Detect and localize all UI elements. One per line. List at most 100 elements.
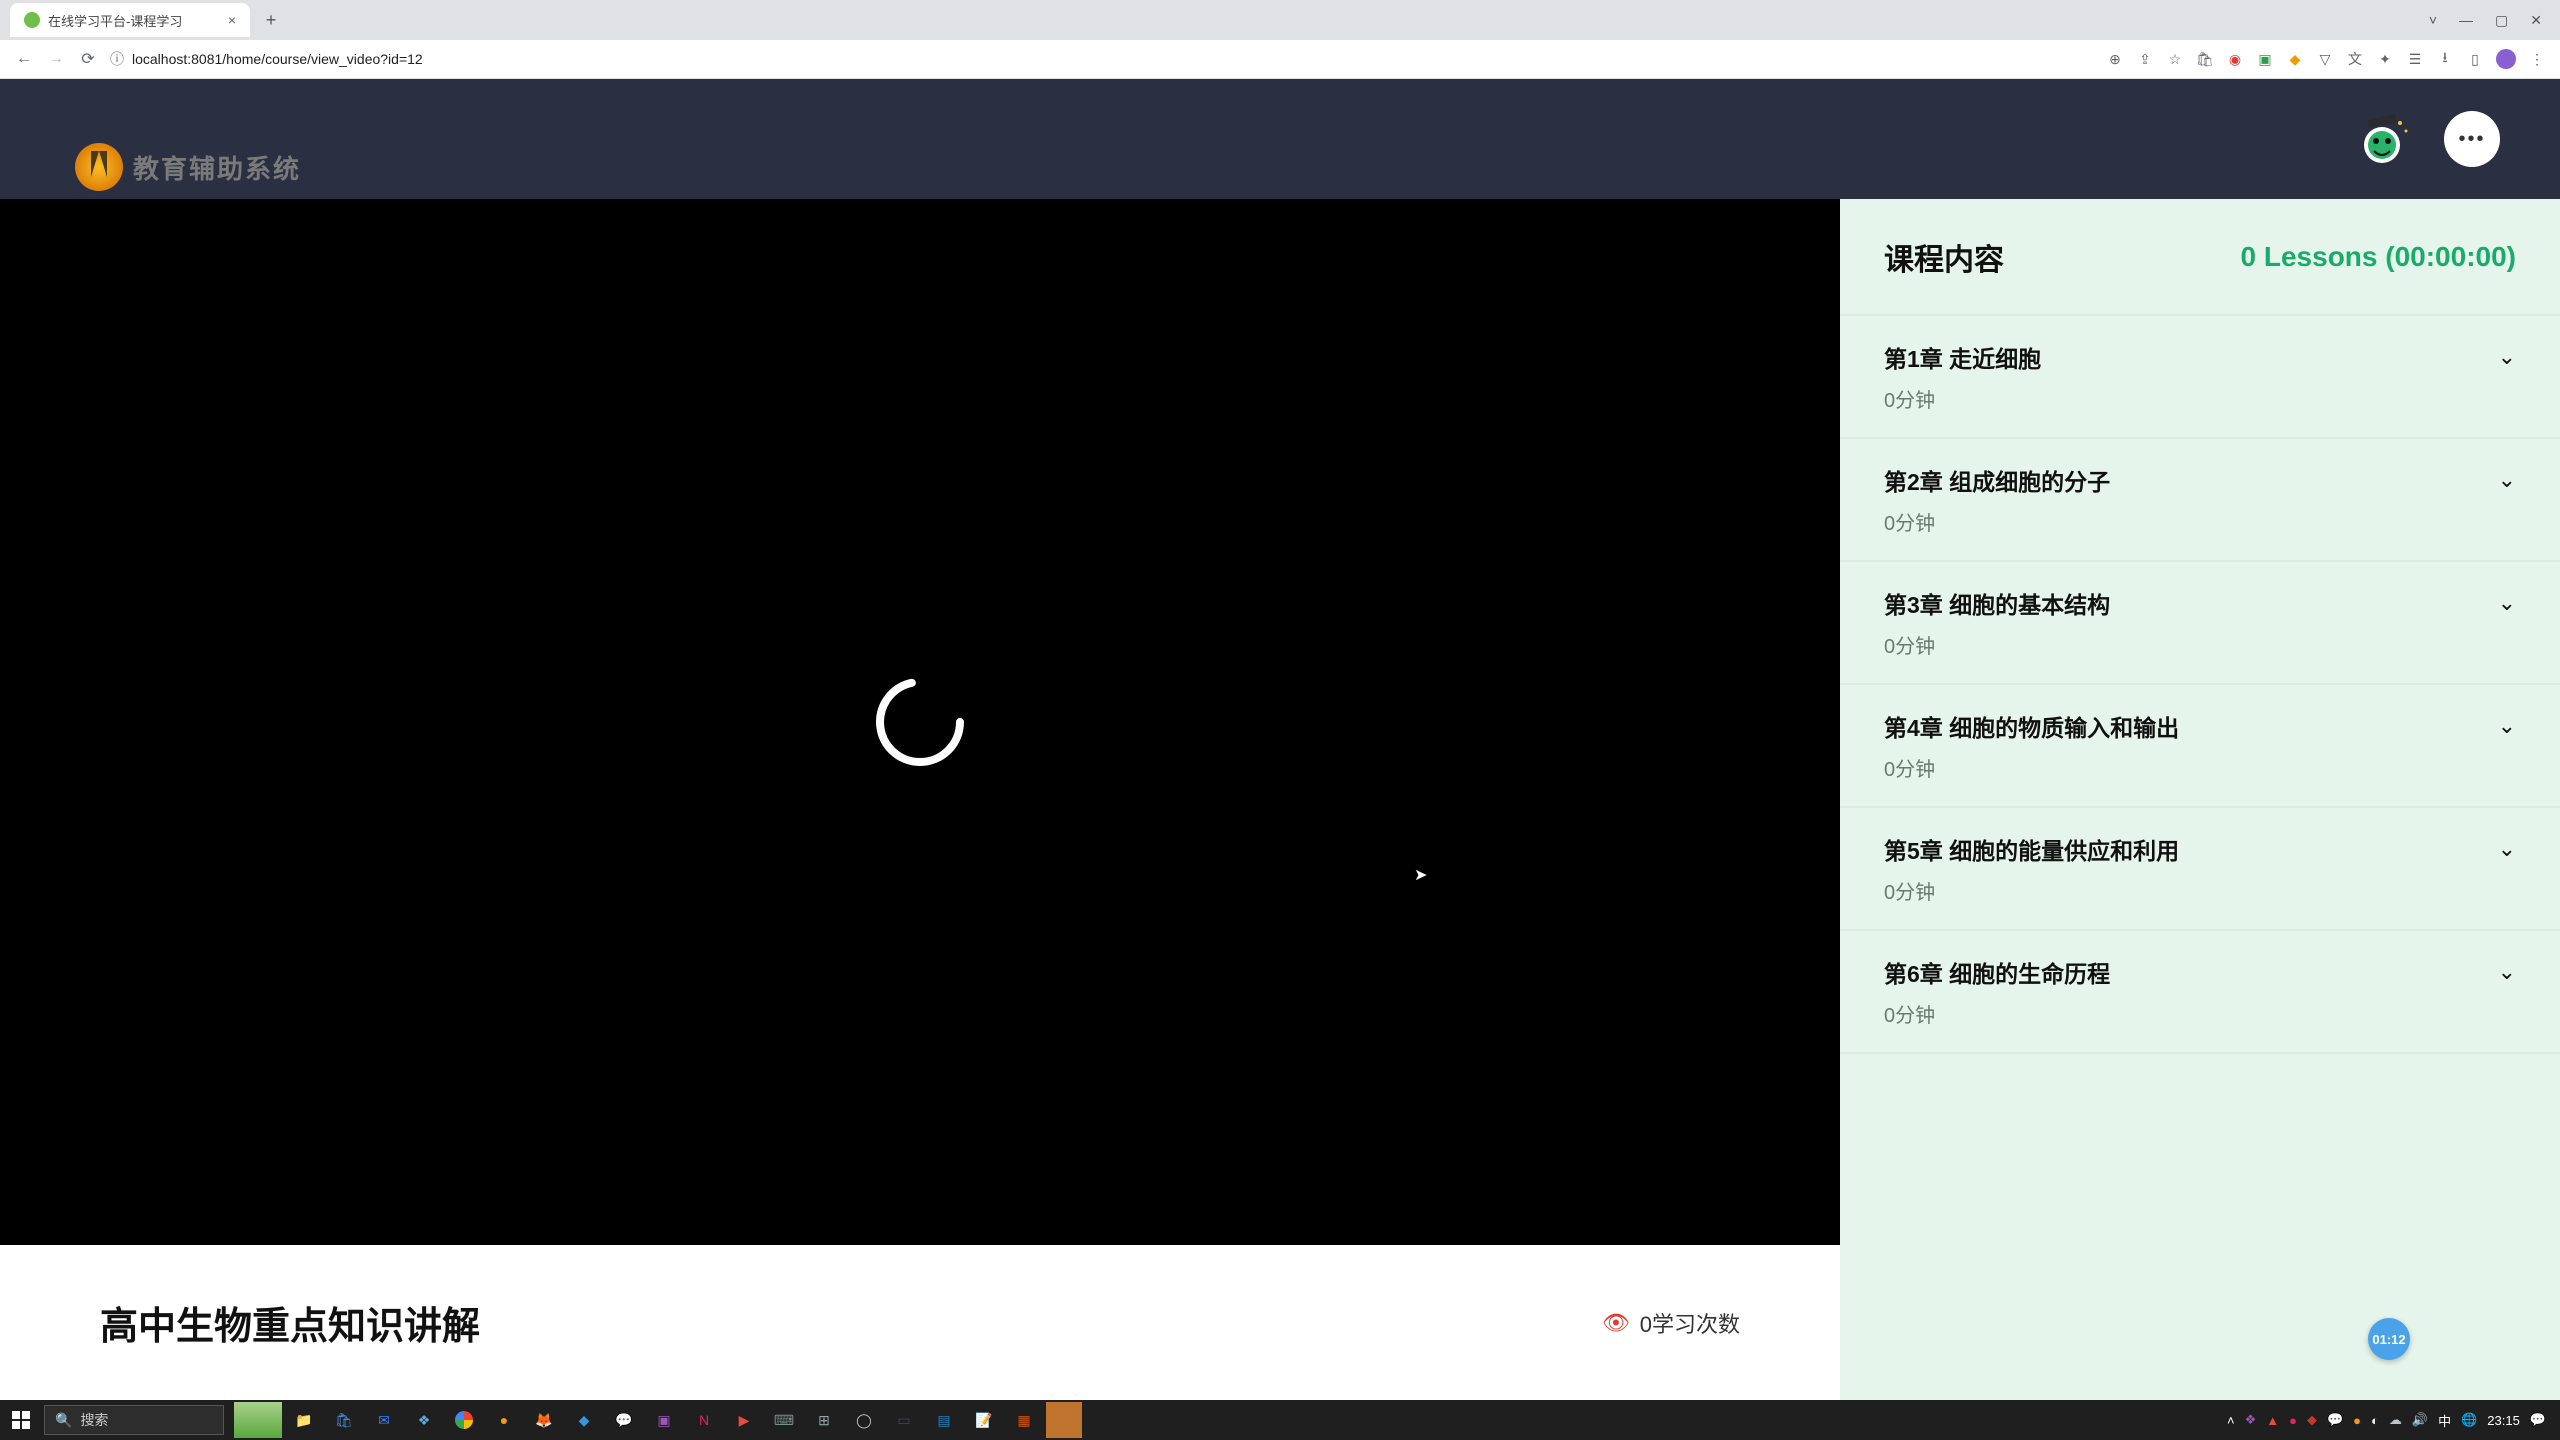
taskbar-app[interactable]: ▭ bbox=[886, 1402, 922, 1438]
kebab-menu-icon[interactable]: ⋮ bbox=[2528, 50, 2546, 68]
bookmark-icon[interactable]: ☆ bbox=[2166, 50, 2184, 68]
chapter-item[interactable]: 第3章 细胞的基本结构0分钟⌄ bbox=[1840, 560, 2560, 683]
minimize-icon[interactable]: — bbox=[2459, 12, 2473, 28]
ext-filter-icon[interactable]: ▽ bbox=[2316, 50, 2334, 68]
close-window-icon[interactable]: ✕ bbox=[2530, 12, 2542, 29]
address-bar[interactable]: ⓘ localhost:8081/home/course/view_video?… bbox=[110, 49, 2094, 69]
chapter-duration: 0分钟 bbox=[1884, 384, 2478, 413]
chapter-title: 第1章 走近细胞 bbox=[1884, 340, 2478, 374]
site-info-icon[interactable]: ⓘ bbox=[110, 49, 124, 69]
taskbar-app[interactable]: ▦ bbox=[1006, 1402, 1042, 1438]
chapter-item[interactable]: 第1章 走近细胞 0分钟 ⌄ bbox=[1840, 314, 2560, 437]
panel-icon[interactable]: ▯ bbox=[2466, 50, 2484, 68]
logo[interactable]: 教育辅助系统 bbox=[75, 143, 301, 191]
taskbar-app[interactable]: 📝 bbox=[966, 1402, 1002, 1438]
taskbar-app[interactable] bbox=[234, 1402, 282, 1438]
taskbar-tray: ˄ ❖ ▲ ● ◆ 💬 ● ◐ ☁ 🔊 中 🌐 23:15 💬 bbox=[2227, 1400, 2560, 1440]
tray-network-icon[interactable]: 🌐 bbox=[2461, 1412, 2477, 1428]
reload-icon[interactable]: ⟳ bbox=[78, 49, 98, 69]
taskbar-app[interactable]: ▣ bbox=[646, 1402, 682, 1438]
tray-notifications-icon[interactable]: 💬 bbox=[2530, 1412, 2546, 1428]
more-menu-button[interactable]: ••• bbox=[2444, 111, 2500, 167]
favicon-icon bbox=[24, 12, 40, 28]
course-meta-row: 高中生物重点知识讲解 👁 0学习次数 bbox=[0, 1245, 1840, 1350]
share-icon[interactable]: ⇪ bbox=[2136, 50, 2154, 68]
chevron-down-icon[interactable]: ˅ bbox=[2429, 12, 2437, 28]
taskbar-app[interactable]: ▤ bbox=[926, 1402, 962, 1438]
tray-icon[interactable]: ☁ bbox=[2389, 1412, 2402, 1428]
close-tab-icon[interactable]: × bbox=[228, 12, 236, 28]
forward-icon[interactable]: → bbox=[46, 50, 66, 68]
brand-name: 教育辅助系统 bbox=[133, 149, 301, 186]
taskbar-search[interactable]: 🔍 搜索 bbox=[44, 1405, 224, 1435]
browser-chrome: 在线学习平台-课程学习 × + ˅ — ▢ ✕ ← → ⟳ ⓘ localhos… bbox=[0, 0, 2560, 79]
taskbar-app[interactable]: ● bbox=[486, 1402, 522, 1438]
chevron-down-icon: ⌄ bbox=[2498, 836, 2516, 862]
taskbar-app[interactable]: N bbox=[686, 1402, 722, 1438]
tray-icon[interactable]: ● bbox=[2353, 1413, 2361, 1428]
ext-green-icon[interactable]: ▣ bbox=[2256, 50, 2274, 68]
tray-icon[interactable]: ▲ bbox=[2266, 1413, 2279, 1428]
chevron-down-icon: ⌄ bbox=[2498, 590, 2516, 616]
chapter-duration: 0分钟 bbox=[1884, 507, 2478, 536]
maximize-icon[interactable]: ▢ bbox=[2495, 12, 2508, 29]
download-icon[interactable]: ⭳ bbox=[2436, 50, 2454, 68]
url-text: localhost:8081/home/course/view_video?id… bbox=[132, 51, 423, 67]
chapter-duration: 0分钟 bbox=[1884, 999, 2478, 1028]
tray-icon[interactable]: ❖ bbox=[2245, 1412, 2257, 1428]
chapter-title: 第6章 细胞的生命历程 bbox=[1884, 955, 2478, 989]
cursor-icon: ➤ bbox=[1414, 865, 1427, 885]
course-sidebar: 课程内容 0 Lessons (00:00:00) 第1章 走近细胞 0分钟 ⌄ 第2… bbox=[1840, 199, 2560, 1400]
taskbar-app[interactable]: ◯ bbox=[846, 1402, 882, 1438]
video-player[interactable]: ➤ bbox=[0, 199, 1840, 1245]
browser-tab[interactable]: 在线学习平台-课程学习 × bbox=[10, 3, 250, 37]
chapter-item[interactable]: 第5章 细胞的能量供应和利用0分钟⌄ bbox=[1840, 806, 2560, 929]
taskbar-app[interactable] bbox=[1046, 1402, 1082, 1438]
chapter-item[interactable]: 第4章 细胞的物质输入和输出0分钟⌄ bbox=[1840, 683, 2560, 806]
chapter-item[interactable]: 第2章 组成细胞的分子0分钟⌄ bbox=[1840, 437, 2560, 560]
tray-volume-icon[interactable]: 🔊 bbox=[2412, 1412, 2428, 1428]
taskbar-app[interactable]: 🛍 bbox=[326, 1402, 362, 1438]
sidebar-meta: 0 Lessons (00:00:00) bbox=[2241, 241, 2516, 273]
taskbar-app[interactable]: ⌨ bbox=[766, 1402, 802, 1438]
address-row: ← → ⟳ ⓘ localhost:8081/home/course/view_… bbox=[0, 40, 2560, 79]
chapter-item[interactable]: 第6章 细胞的生命历程 0分钟 ⌄ bbox=[1840, 929, 2560, 1054]
taskbar-app[interactable]: 💬 bbox=[606, 1402, 642, 1438]
zoom-icon[interactable]: ⊕ bbox=[2106, 50, 2124, 68]
tray-icon[interactable]: ◐ bbox=[2371, 1413, 2379, 1428]
tray-icon[interactable]: ● bbox=[2289, 1413, 2297, 1428]
translate-icon[interactable]: 文 bbox=[2346, 50, 2364, 68]
chapter-title: 第3章 细胞的基本结构 bbox=[1884, 586, 2478, 620]
taskbar-app[interactable]: ▶ bbox=[726, 1402, 762, 1438]
back-icon[interactable]: ← bbox=[14, 50, 34, 68]
ext-red-icon[interactable]: ◉ bbox=[2226, 50, 2244, 68]
ext-orange-icon[interactable]: ◆ bbox=[2286, 50, 2304, 68]
extensions-icon[interactable]: ✦ bbox=[2376, 50, 2394, 68]
tray-chevron-icon[interactable]: ˄ bbox=[2227, 1413, 2235, 1428]
new-tab-button[interactable]: + bbox=[256, 5, 286, 35]
reading-list-icon[interactable]: ☰ bbox=[2406, 50, 2424, 68]
tray-icon[interactable]: 💬 bbox=[2327, 1412, 2343, 1428]
tray-ime-icon[interactable]: 中 bbox=[2438, 1411, 2451, 1430]
taskbar: 🔍 搜索 📁 🛍 ✉ ❖ ● 🦊 ◆ 💬 ▣ N ▶ ⌨ ⊞ ◯ ▭ ▤ 📝 ▦ bbox=[0, 1400, 2560, 1440]
mascot-icon[interactable] bbox=[2350, 107, 2414, 171]
cart-icon[interactable]: 🛍 bbox=[2196, 50, 2214, 68]
taskbar-app[interactable]: ⊞ bbox=[806, 1402, 842, 1438]
tray-icon[interactable]: ◆ bbox=[2307, 1412, 2317, 1428]
profile-avatar[interactable] bbox=[2496, 49, 2516, 69]
taskbar-app[interactable]: 🦊 bbox=[526, 1402, 562, 1438]
chevron-down-icon: ⌄ bbox=[2498, 344, 2516, 370]
taskbar-app[interactable]: ❖ bbox=[406, 1402, 442, 1438]
taskbar-app[interactable]: ◆ bbox=[566, 1402, 602, 1438]
float-timer-badge[interactable]: 01:12 bbox=[2368, 1318, 2410, 1360]
taskbar-app[interactable]: ✉ bbox=[366, 1402, 402, 1438]
taskbar-time[interactable]: 23:15 bbox=[2487, 1413, 2520, 1428]
chevron-down-icon: ⌄ bbox=[2498, 959, 2516, 985]
taskbar-app[interactable] bbox=[446, 1402, 482, 1438]
start-button[interactable] bbox=[6, 1405, 36, 1435]
logo-icon bbox=[75, 143, 123, 191]
sidebar-title: 课程内容 bbox=[1884, 235, 2004, 279]
window-controls: ˅ — ▢ ✕ bbox=[2429, 12, 2560, 29]
course-title: 高中生物重点知识讲解 bbox=[100, 1295, 480, 1350]
taskbar-app[interactable]: 📁 bbox=[286, 1402, 322, 1438]
